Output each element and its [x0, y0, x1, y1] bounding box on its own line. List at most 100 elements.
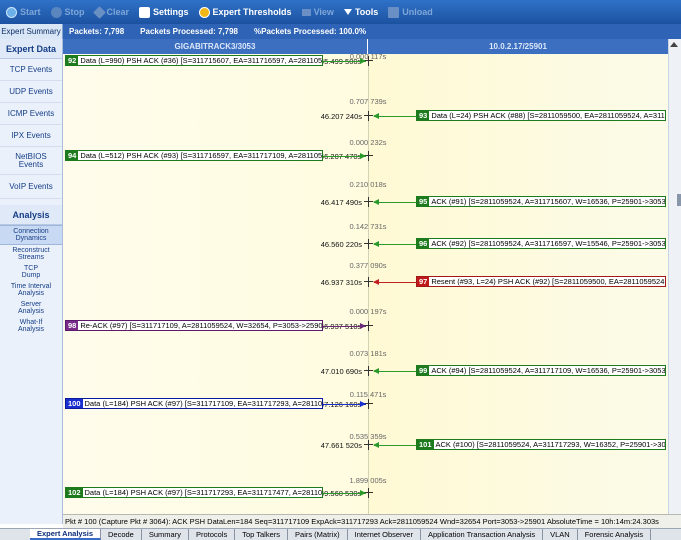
packet-box[interactable]: 94 Data (L=512) PSH ACK (#93) [S=31171659…: [65, 150, 323, 161]
sidebar-item-tcp-events[interactable]: TCP Events: [0, 59, 62, 81]
packet-arrow: [374, 244, 416, 245]
expert-data-header: Expert Data: [0, 39, 62, 59]
packet-arrow: [374, 445, 416, 446]
packet-number-badge: 96: [417, 239, 430, 248]
packet-arrow: [374, 282, 416, 283]
packet-number-badge: 98: [66, 321, 79, 330]
tools-button[interactable]: Tools: [343, 7, 378, 17]
packet-box[interactable]: 102 Data (L=184) PSH ACK (#97) [S=3117172…: [65, 487, 323, 498]
tab-top-talkers[interactable]: Top Talkers: [235, 529, 289, 540]
start-label: Start: [20, 7, 41, 17]
sidebar-item-time-interval-analysis[interactable]: Time Interval Analysis: [0, 281, 62, 299]
packet-summary: Data (L=24) PSH ACK (#88) [S=2811059500,…: [431, 111, 665, 120]
packet-box[interactable]: 97 Resent (#93, L=24) PSH ACK (#92) [S=28…: [416, 276, 666, 287]
time-delta: 0.115 471s: [349, 390, 387, 399]
arrow-right-icon: [360, 153, 366, 159]
packet-timestamp: 46.560 220s: [320, 240, 362, 249]
scroll-thumb[interactable]: [677, 194, 681, 206]
sidebar-item-voip-events[interactable]: VoIP Events: [0, 175, 62, 199]
arrow-right-icon: [360, 323, 366, 329]
unload-icon: [388, 6, 400, 18]
sidebar-item-what-if-analysis[interactable]: What-If Analysis: [0, 317, 62, 335]
tab-expert-analysis[interactable]: Expert Analysis: [30, 529, 101, 540]
view-label: View: [313, 7, 334, 17]
time-delta: 0.210 018s: [349, 180, 387, 189]
sidebar-item-tcp-dump[interactable]: TCP Dump: [0, 263, 62, 281]
expert-summary-tab[interactable]: Expert Summary: [0, 24, 63, 39]
tab-forensic-analysis[interactable]: Forensic Analysis: [578, 529, 652, 540]
expert-thresholds-label: Expert Thresholds: [212, 7, 292, 17]
tab-decode[interactable]: Decode: [101, 529, 142, 540]
packet-box[interactable]: 92 Data (L=990) PSH ACK (#36) [S=31171560…: [65, 55, 323, 66]
chevron-down-icon: [343, 9, 352, 15]
time-delta: 0.377 090s: [349, 261, 387, 270]
packet-arrow: [374, 371, 416, 372]
packets-processed-percent: %Packets Processed: 100.0%: [254, 27, 367, 36]
sidebar-item-ipx-events[interactable]: IPX Events: [0, 125, 62, 147]
packet-box[interactable]: 101 ACK (#100) [S=2811059524, A=311717293…: [416, 439, 666, 450]
packet-summary: Data (L=512) PSH ACK (#93) [S=311716597,…: [80, 151, 323, 160]
sidebar: Expert Data TCP Events UDP Events ICMP E…: [0, 39, 63, 524]
vertical-scrollbar[interactable]: [668, 39, 681, 524]
settings-label: Settings: [153, 7, 189, 17]
packet-box[interactable]: 95 ACK (#91) [S=2811059524, A=311715607, …: [416, 196, 666, 207]
arrow-right-icon: [360, 58, 366, 64]
tab-internet-observer[interactable]: Internet Observer: [348, 529, 421, 540]
packet-timestamp: 47.010 690s: [320, 367, 362, 376]
time-delta: 0.707 739s: [349, 97, 387, 106]
sidebar-item-icmp-events[interactable]: ICMP Events: [0, 103, 62, 125]
scroll-up-icon[interactable]: [670, 42, 678, 47]
packet-arrow: [374, 116, 416, 117]
eraser-icon: [92, 5, 106, 19]
packet-arrow: [374, 202, 416, 203]
packet-number-badge: 94: [66, 151, 79, 160]
packet-summary: ACK (#100) [S=2811059524, A=311717293, W…: [435, 440, 666, 449]
sidebar-item-connection-dynamics[interactable]: Connection Dynamics: [0, 225, 62, 245]
packet-number-badge: 99: [417, 366, 430, 375]
tab-protocols[interactable]: Protocols: [189, 529, 236, 540]
unload-button[interactable]: Unload: [388, 6, 433, 18]
packet-timestamp: 46.207 240s: [320, 112, 362, 121]
packet-number-badge: 101: [417, 440, 434, 449]
arrow-left-icon: [373, 241, 379, 247]
bottom-tabs: Expert Analysis Decode Summary Protocols Top…: [0, 528, 681, 540]
packet-box[interactable]: 93 Data (L=24) PSH ACK (#88) [S=281105950…: [416, 110, 666, 121]
time-delta: 1.899 005s: [349, 476, 387, 485]
sidebar-item-server-analysis[interactable]: Server Analysis: [0, 299, 62, 317]
packet-number-badge: 97: [417, 277, 430, 286]
packet-number-badge: 102: [66, 488, 83, 497]
sidebar-item-netbios-events[interactable]: NetBIOS Events: [0, 147, 62, 175]
tab-pairs-matrix[interactable]: Pairs (Matrix): [288, 529, 348, 540]
connection-dynamics-flow: 0.000 117s 0.707 739s 0.000 232s 0.210 018s…: [63, 54, 668, 514]
time-delta: 0.073 181s: [349, 349, 387, 358]
packet-summary: ACK (#92) [S=2811059524, A=311716597, W=…: [431, 239, 666, 248]
arrow-left-icon: [373, 442, 379, 448]
packet-box[interactable]: 98 Re-ACK (#97) [S=311717109, A=281105952…: [65, 320, 323, 331]
arrow-left-icon: [373, 279, 379, 285]
packet-box[interactable]: 100 Data (L=184) PSH ACK (#97) [S=3117171…: [65, 398, 323, 409]
time-delta: 0.000 197s: [349, 307, 387, 316]
view-button[interactable]: View: [301, 7, 334, 17]
packet-box[interactable]: 96 ACK (#92) [S=2811059524, A=311716597, …: [416, 238, 666, 249]
start-button[interactable]: Start: [6, 6, 41, 18]
tab-application-transaction-analysis[interactable]: Application Transaction Analysis: [421, 529, 544, 540]
tab-summary[interactable]: Summary: [142, 529, 189, 540]
packet-timestamp: 46.417 490s: [320, 198, 362, 207]
packet-timestamp: 46.937 310s: [320, 278, 362, 287]
packet-number-badge: 92: [66, 56, 79, 65]
status-bar: Expert Summary Packets: 7,798 Packets Pr…: [0, 24, 681, 39]
packet-summary: Resent (#93, L=24) PSH ACK (#92) [S=2811…: [431, 277, 666, 286]
sidebar-item-udp-events[interactable]: UDP Events: [0, 81, 62, 103]
packet-number-badge: 100: [66, 399, 83, 408]
tab-vlan[interactable]: VLAN: [543, 529, 578, 540]
settings-button[interactable]: Settings: [139, 6, 189, 18]
expert-thresholds-button[interactable]: Expert Thresholds: [198, 6, 292, 18]
time-delta: 0.142 731s: [349, 222, 387, 231]
arrow-left-icon: [373, 368, 379, 374]
packet-summary: ACK (#91) [S=2811059524, A=311715607, W=…: [431, 197, 666, 206]
sidebar-item-reconstruct-streams[interactable]: Reconstruct Streams: [0, 245, 62, 263]
clear-label: Clear: [106, 7, 130, 17]
packet-box[interactable]: 99 ACK (#94) [S=2811059524, A=311717109, …: [416, 365, 666, 376]
stop-button[interactable]: Stop: [50, 6, 85, 18]
clear-button[interactable]: Clear: [92, 5, 130, 19]
